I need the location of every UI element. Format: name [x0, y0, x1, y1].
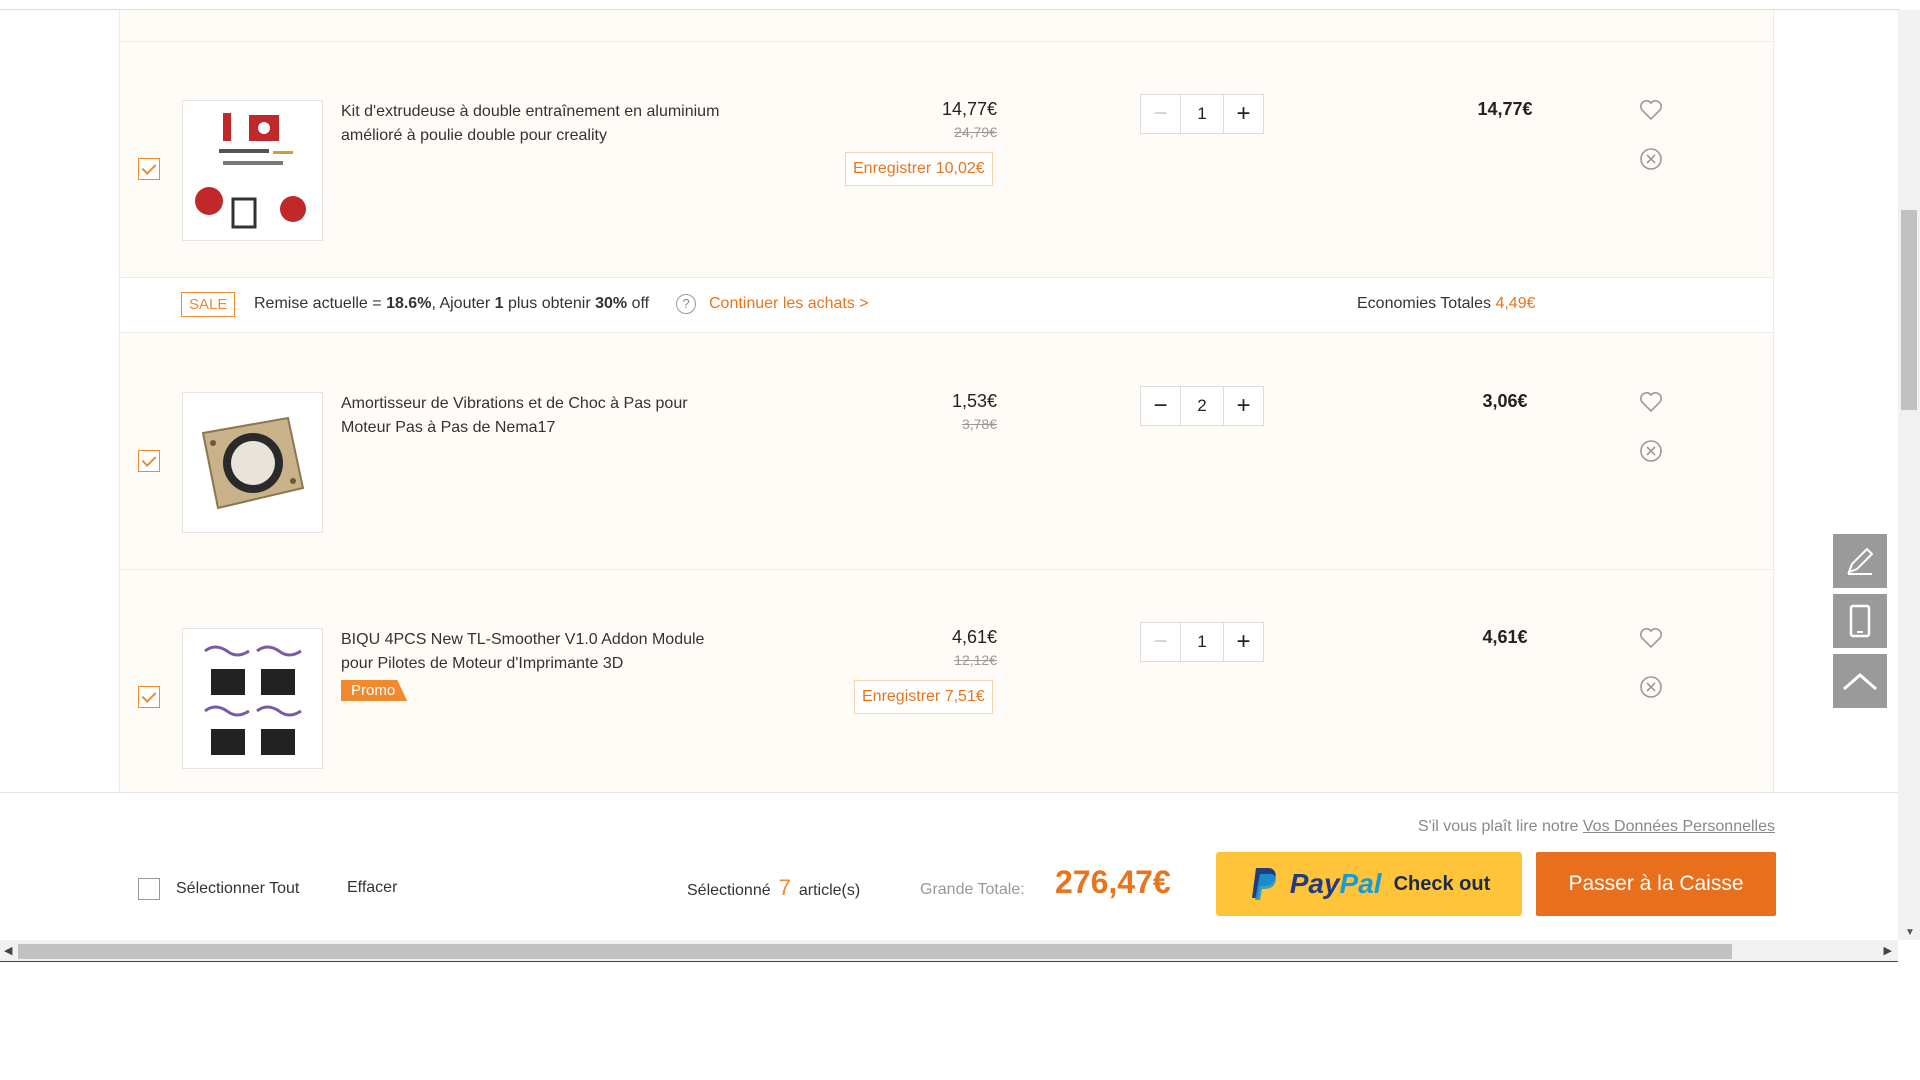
total-savings-amount: 4,49€	[1495, 295, 1536, 312]
clear-button[interactable]: Effacer	[347, 879, 397, 897]
continue-shopping-link[interactable]: Continuer les achats >	[709, 295, 869, 313]
remove-icon[interactable]	[1638, 146, 1664, 172]
product-image[interactable]	[182, 628, 323, 769]
heart-icon[interactable]	[1638, 97, 1664, 123]
increase-button[interactable]: +	[1224, 623, 1263, 661]
add-count: 1	[494, 295, 504, 312]
current-discount: 18.6%	[386, 295, 432, 312]
total-savings-label: Economies Totales	[1357, 295, 1496, 312]
savings-badge: Enregistrer 10,02€	[845, 152, 993, 186]
unit-price: 1,53€	[951, 391, 997, 411]
mobile-icon[interactable]	[1833, 594, 1887, 648]
next-discount: 30%	[595, 295, 628, 312]
quantity-stepper: − 1 +	[1140, 94, 1264, 134]
paypal-pal: Pal	[1339, 868, 1382, 899]
selected-suffix: article(s)	[798, 882, 861, 899]
increase-button[interactable]: +	[1224, 95, 1263, 133]
paypal-checkout-label: Check out	[1393, 872, 1491, 895]
grand-total-label: Grande Totale:	[920, 881, 1025, 898]
remove-icon[interactable]	[1638, 438, 1664, 464]
quantity-input[interactable]: 1	[1180, 95, 1224, 133]
cart-item: BIQU 4PCS New TL-Smoother V1.0 Addon Mod…	[120, 570, 1773, 792]
quantity-input[interactable]: 1	[1180, 623, 1224, 661]
cart-item: Amortisseur de Vibrations et de Choc à P…	[120, 334, 1773, 579]
paypal-wordmark: PayPal	[1290, 868, 1382, 900]
product-title[interactable]: Amortisseur de Vibrations et de Choc à P…	[341, 392, 721, 440]
quantity-stepper: − 2 +	[1140, 386, 1264, 426]
scroll-left-icon[interactable]: ◀	[4, 944, 12, 957]
scroll-right-icon[interactable]: ▶	[1884, 944, 1892, 957]
selected-count-value: 7	[778, 875, 791, 900]
heart-icon[interactable]	[1638, 389, 1664, 415]
selected-count: Sélectionné 7 article(s)	[687, 875, 860, 901]
original-price: 12,12€	[954, 652, 997, 668]
paypal-logo-icon	[1251, 868, 1276, 900]
discount-text-2: , Ajouter	[431, 295, 495, 312]
unit-price: 4,61€	[951, 627, 997, 647]
line-subtotal: 14,77€	[1477, 99, 1533, 119]
item-checkbox[interactable]	[138, 686, 160, 708]
selected-label: Sélectionné	[687, 882, 771, 899]
product-image[interactable]	[182, 100, 323, 241]
discount-text-3: plus obtenir	[503, 295, 596, 312]
select-all[interactable]: Sélectionner Tout	[138, 878, 299, 900]
sale-bar: SALE Remise actuelle = 18.6%, Ajouter 1 …	[120, 277, 1773, 333]
line-subtotal: 4,61€	[1482, 627, 1528, 647]
promo-badge: Promo	[341, 680, 408, 701]
select-all-label[interactable]: Sélectionner Tout	[176, 880, 299, 898]
privacy-notice: S'il vous plaît lire notre Vos Données P…	[1418, 818, 1775, 836]
remove-icon[interactable]	[1638, 674, 1664, 700]
side-tools	[1833, 534, 1887, 714]
paypal-pay: Pay	[1289, 868, 1340, 899]
decrease-button[interactable]: −	[1141, 623, 1180, 661]
horizontal-scrollbar[interactable]: ◀ ▶	[0, 940, 1898, 962]
paypal-checkout-button[interactable]: PayPal Check out	[1216, 852, 1522, 916]
help-icon[interactable]: ?	[676, 294, 696, 314]
decrease-button[interactable]: −	[1141, 387, 1180, 425]
discount-text: Remise actuelle = 18.6%, Ajouter 1 plus …	[254, 295, 649, 313]
product-image[interactable]	[182, 392, 323, 533]
select-all-checkbox[interactable]	[138, 878, 160, 900]
line-subtotal: 3,06€	[1482, 391, 1528, 411]
original-price: 24,79€	[954, 124, 997, 140]
quantity-input[interactable]: 2	[1180, 387, 1224, 425]
privacy-text: S'il vous plaît lire notre	[1417, 818, 1583, 835]
product-title[interactable]: BIQU 4PCS New TL-Smoother V1.0 Addon Mod…	[341, 628, 721, 676]
back-to-top-icon[interactable]	[1833, 654, 1887, 708]
discount-text-1: Remise actuelle =	[254, 295, 387, 312]
total-savings: Economies Totales 4,49€	[1357, 295, 1536, 313]
vertical-scrollbar[interactable]: ▼	[1898, 10, 1920, 940]
product-title[interactable]: Kit d'extrudeuse à double entraînement e…	[341, 100, 721, 148]
grand-total: 276,47€	[1055, 864, 1171, 900]
cart-item: Kit d'extrudeuse à double entraînement e…	[120, 42, 1773, 287]
top-divider	[0, 0, 1900, 10]
scroll-down-icon[interactable]: ▼	[1905, 927, 1915, 938]
checkout-button[interactable]: Passer à la Caisse	[1536, 852, 1776, 916]
quantity-stepper: − 1 +	[1140, 622, 1264, 662]
sale-badge: SALE	[181, 292, 236, 317]
decrease-button[interactable]: −	[1141, 95, 1180, 133]
checkout-footer: S'il vous plaît lire notre Vos Données P…	[0, 792, 1898, 940]
original-price: 3,78€	[961, 416, 997, 432]
vertical-scroll-thumb[interactable]	[1901, 210, 1917, 410]
increase-button[interactable]: +	[1224, 387, 1263, 425]
cart-panel: Kit d'extrudeuse à double entraînement e…	[119, 10, 1774, 792]
item-checkbox[interactable]	[138, 158, 160, 180]
item-checkbox[interactable]	[138, 450, 160, 472]
heart-icon[interactable]	[1638, 625, 1664, 651]
horizontal-scroll-thumb[interactable]	[18, 944, 1732, 959]
discount-text-4: off	[627, 295, 650, 312]
unit-price: 14,77€	[941, 99, 997, 119]
savings-badge: Enregistrer 7,51€	[854, 680, 993, 714]
edit-icon[interactable]	[1833, 534, 1887, 588]
privacy-link[interactable]: Vos Données Personnelles	[1583, 818, 1775, 835]
